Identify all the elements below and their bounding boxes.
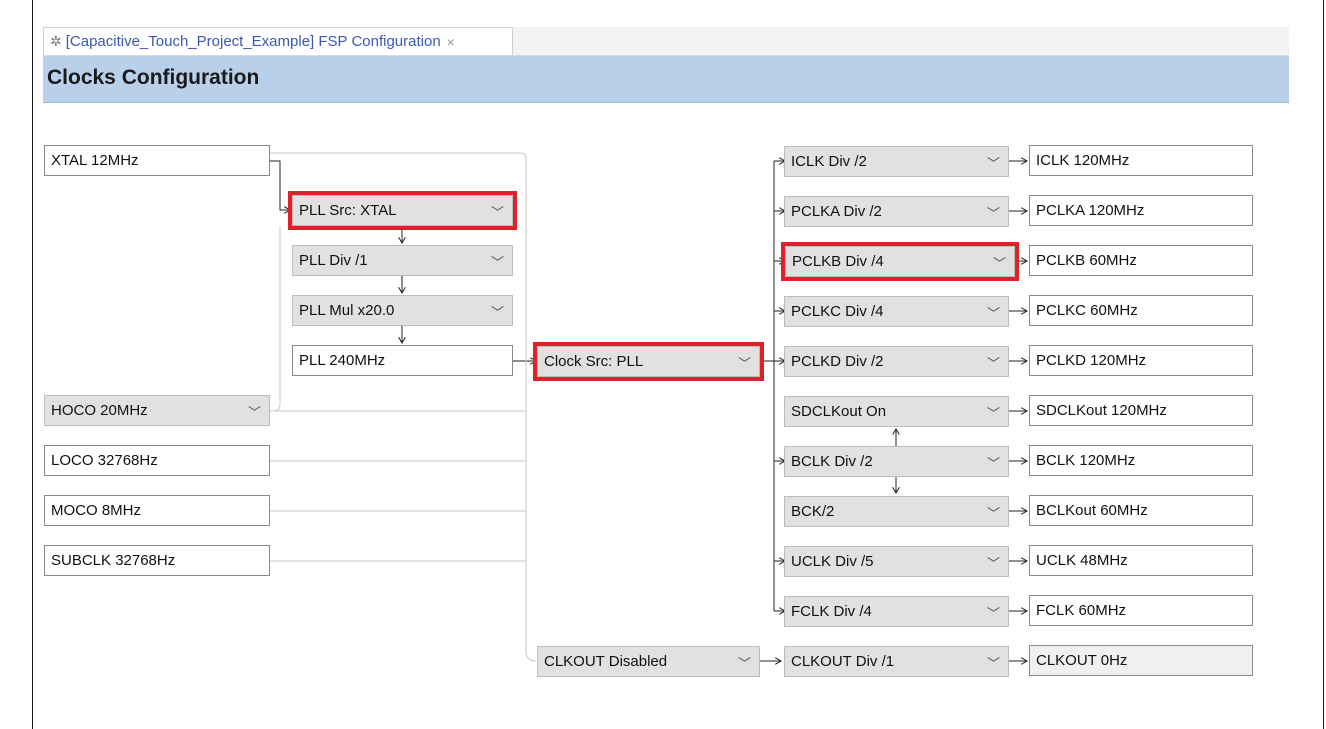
pll-src-select[interactable]: PLL Src: XTAL ﹀ (288, 191, 517, 230)
clkout-div-label: CLKOUT Div /1 (791, 653, 895, 670)
chevron-down-icon: ﹀ (986, 606, 1000, 621)
bck2-select[interactable]: BCK/2 ﹀ (784, 496, 1009, 527)
chevron-down-icon: ﹀ (986, 306, 1000, 321)
pclka-div-label: PCLKA Div /2 (791, 203, 882, 220)
pclkd-div-select[interactable]: PCLKD Div /2 ﹀ (784, 346, 1009, 377)
pclkb-div-select[interactable]: PCLKB Div /4 ﹀ (781, 242, 1019, 281)
chevron-down-icon: ﹀ (490, 255, 504, 270)
pclkb-output: PCLKB 60MHz (1029, 245, 1253, 276)
clkout-src-select[interactable]: CLKOUT Disabled ﹀ (537, 646, 760, 677)
hoco-select[interactable]: HOCO 20MHz ﹀ (44, 395, 270, 426)
sdclkout-select[interactable]: SDCLKout On ﹀ (784, 396, 1009, 427)
chevron-down-icon: ﹀ (737, 356, 751, 371)
chevron-down-icon: ﹀ (992, 256, 1006, 271)
pclkc-div-select[interactable]: PCLKC Div /4 ﹀ (784, 296, 1009, 327)
chevron-down-icon: ﹀ (986, 456, 1000, 471)
pclkc-div-label: PCLKC Div /4 (791, 303, 884, 320)
hoco-label: HOCO 20MHz (51, 402, 148, 419)
pll-output: PLL 240MHz (292, 345, 513, 376)
pclka-output: PCLKA 120MHz (1029, 195, 1253, 226)
pclkd-div-label: PCLKD Div /2 (791, 353, 884, 370)
pll-mul-select[interactable]: PLL Mul x20.0 ﹀ (292, 295, 513, 326)
clkout-div-select[interactable]: CLKOUT Div /1 ﹀ (784, 646, 1009, 677)
iclk-output: ICLK 120MHz (1029, 145, 1253, 176)
chevron-down-icon: ﹀ (986, 206, 1000, 221)
uclk-div-select[interactable]: UCLK Div /5 ﹀ (784, 546, 1009, 577)
pclka-div-select[interactable]: PCLKA Div /2 ﹀ (784, 196, 1009, 227)
clock-src-label: Clock Src: PLL (544, 353, 644, 370)
iclk-div-select[interactable]: ICLK Div /2 ﹀ (784, 146, 1009, 177)
bck2-label: BCK/2 (791, 503, 835, 520)
fclk-output: FCLK 60MHz (1029, 595, 1253, 626)
sdclkout-label: SDCLKout On (791, 403, 887, 420)
xtal-source[interactable]: XTAL 12MHz (44, 145, 270, 176)
fclk-div-label: FCLK Div /4 (791, 603, 872, 620)
chevron-down-icon: ﹀ (986, 556, 1000, 571)
iclk-div-label: ICLK Div /2 (791, 153, 867, 170)
pclkc-output: PCLKC 60MHz (1029, 295, 1253, 326)
uclk-output: UCLK 48MHz (1029, 545, 1253, 576)
bclk-div-select[interactable]: BCLK Div /2 ﹀ (784, 446, 1009, 477)
loco-source: LOCO 32768Hz (44, 445, 270, 476)
sdclkout-output: SDCLKout 120MHz (1029, 395, 1253, 426)
pll-src-label: PLL Src: XTAL (299, 202, 397, 219)
bclkout-output: BCLKout 60MHz (1029, 495, 1253, 526)
clkout-src-label: CLKOUT Disabled (544, 653, 668, 670)
chevron-down-icon: ﹀ (490, 305, 504, 320)
pll-div-select[interactable]: PLL Div /1 ﹀ (292, 245, 513, 276)
bclk-output: BCLK 120MHz (1029, 445, 1253, 476)
bclk-div-label: BCLK Div /2 (791, 453, 873, 470)
chevron-down-icon: ﹀ (986, 656, 1000, 671)
subclk-source: SUBCLK 32768Hz (44, 545, 270, 576)
chevron-down-icon: ﹀ (986, 406, 1000, 421)
pclkb-div-label: PCLKB Div /4 (792, 253, 884, 270)
pclkd-output: PCLKD 120MHz (1029, 345, 1253, 376)
chevron-down-icon: ﹀ (737, 656, 751, 671)
moco-source: MOCO 8MHz (44, 495, 270, 526)
pll-div-label: PLL Div /1 (299, 252, 368, 269)
chevron-down-icon: ﹀ (986, 356, 1000, 371)
pll-mul-label: PLL Mul x20.0 (299, 302, 395, 319)
chevron-down-icon: ﹀ (986, 156, 1000, 171)
fclk-div-select[interactable]: FCLK Div /4 ﹀ (784, 596, 1009, 627)
chevron-down-icon: ﹀ (247, 405, 261, 420)
clkout-output: CLKOUT 0Hz (1029, 645, 1253, 676)
uclk-div-label: UCLK Div /5 (791, 553, 874, 570)
chevron-down-icon: ﹀ (986, 506, 1000, 521)
clock-src-select[interactable]: Clock Src: PLL ﹀ (533, 342, 764, 381)
chevron-down-icon: ﹀ (490, 205, 504, 220)
